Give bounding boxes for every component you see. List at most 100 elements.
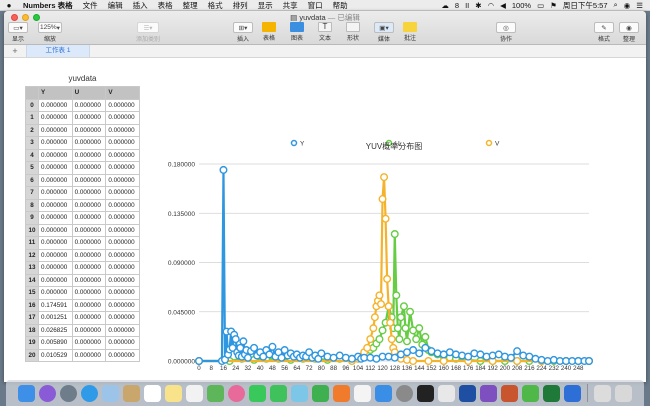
cell-y[interactable]: 0.000000: [38, 211, 73, 225]
cloud-icon[interactable]: ☁: [438, 1, 452, 10]
cell-y[interactable]: 0.026825: [38, 323, 73, 337]
format-control[interactable]: ✎ 格式: [594, 22, 614, 43]
cell-u[interactable]: 0.000000: [71, 348, 107, 362]
pause-indicator[interactable]: II: [462, 1, 472, 10]
notes-icon[interactable]: [165, 384, 182, 402]
cell-v[interactable]: 0.000000: [105, 336, 140, 350]
row-index-cell[interactable]: 16: [25, 298, 39, 312]
launchpad-icon[interactable]: [60, 384, 77, 402]
app-store-icon[interactable]: [375, 384, 392, 402]
cell-v[interactable]: 0.000000: [105, 111, 140, 125]
row-index-cell[interactable]: 13: [25, 261, 39, 275]
comment-icon[interactable]: [403, 22, 417, 32]
menu-file[interactable]: 文件: [78, 0, 103, 11]
preview-icon[interactable]: [438, 384, 455, 402]
cell-u[interactable]: 0.000000: [71, 211, 107, 225]
chart-control[interactable]: 图表: [290, 22, 304, 42]
cell-y[interactable]: 0.174591: [38, 298, 73, 312]
menu-table[interactable]: 表格: [153, 0, 178, 11]
row-index-cell[interactable]: 10: [25, 223, 39, 237]
data-table[interactable]: yuvdata Y U V 0 0.000000 0.000000 0.000000 1…: [25, 72, 140, 362]
cell-v[interactable]: 0.000000: [105, 211, 140, 225]
cell-y[interactable]: 0.000000: [38, 136, 73, 150]
add-sheet-button[interactable]: +: [4, 45, 26, 57]
zoom-control[interactable]: 125% ▾ 缩放: [38, 22, 62, 43]
messages-icon[interactable]: [249, 384, 266, 402]
facetime-icon[interactable]: [270, 384, 287, 402]
column-header-y[interactable]: Y: [38, 86, 73, 100]
vscode-icon[interactable]: [459, 384, 476, 402]
cell-v[interactable]: 0.000000: [105, 123, 140, 137]
cell-y[interactable]: 0.005890: [38, 336, 73, 350]
terminal-icon[interactable]: [417, 384, 434, 402]
cell-v[interactable]: 0.000000: [105, 223, 140, 237]
cell-y[interactable]: 0.010529: [38, 348, 73, 362]
legend-item-v[interactable]: V: [485, 139, 501, 148]
flag-icon[interactable]: ⚑: [547, 1, 560, 10]
sheet-canvas[interactable]: yuvdata Y U V 0 0.000000 0.000000 0.000000 1…: [4, 58, 646, 381]
cell-u[interactable]: 0.000000: [71, 136, 107, 150]
system-preferences-icon[interactable]: [396, 384, 413, 402]
cell-v[interactable]: 0.000000: [105, 298, 140, 312]
row-index-cell[interactable]: 0: [25, 98, 39, 112]
cell-u[interactable]: 0.000000: [71, 311, 107, 325]
clock[interactable]: 周日下午5:57: [560, 0, 611, 11]
row-index-cell[interactable]: 20: [25, 348, 39, 362]
menu-window[interactable]: 窗口: [303, 0, 328, 11]
pages-icon[interactable]: [333, 384, 350, 402]
bluetooth-icon[interactable]: ✱: [472, 1, 484, 10]
zoom-select[interactable]: 125% ▾: [38, 22, 62, 33]
table-corner-cell[interactable]: [25, 86, 39, 100]
cell-y[interactable]: 0.000000: [38, 286, 73, 300]
cell-u[interactable]: 0.000000: [71, 198, 107, 212]
cell-u[interactable]: 0.000000: [71, 111, 107, 125]
wifi-icon[interactable]: ◠: [485, 1, 498, 10]
shape-icon[interactable]: [346, 22, 360, 32]
cell-y[interactable]: 0.000000: [38, 186, 73, 200]
row-index-cell[interactable]: 11: [25, 236, 39, 250]
row-index-cell[interactable]: 2: [25, 123, 39, 137]
music-icon[interactable]: [354, 384, 371, 402]
cell-u[interactable]: 0.000000: [71, 148, 107, 162]
cell-v[interactable]: 0.000000: [105, 198, 140, 212]
text-icon[interactable]: T: [318, 22, 332, 32]
cell-u[interactable]: 0.000000: [71, 236, 107, 250]
numbers-icon[interactable]: [312, 384, 329, 402]
tab-sheet-1[interactable]: 工作表 1: [26, 45, 90, 57]
cell-y[interactable]: 0.000000: [38, 223, 73, 237]
table-title[interactable]: yuvdata: [25, 72, 140, 86]
row-index-cell[interactable]: 3: [25, 136, 39, 150]
menu-arrange[interactable]: 排列: [228, 0, 253, 11]
app-icon[interactable]: [501, 384, 518, 402]
add-category-icon[interactable]: ☰▾: [137, 22, 159, 33]
menu-organize[interactable]: 整理: [178, 0, 203, 11]
safari-icon[interactable]: [81, 384, 98, 402]
organize-control[interactable]: ◉ 整理: [619, 22, 639, 43]
cell-y[interactable]: 0.000000: [38, 161, 73, 175]
maps-icon[interactable]: [207, 384, 224, 402]
cell-v[interactable]: 0.000000: [105, 311, 140, 325]
finder-icon[interactable]: [18, 384, 35, 402]
apple-icon[interactable]: ●: [0, 1, 18, 10]
list-icon[interactable]: ☰: [633, 1, 646, 10]
cell-y[interactable]: 0.000000: [38, 111, 73, 125]
chart-title[interactable]: YUV概率分布图: [366, 141, 422, 151]
cell-v[interactable]: 0.000000: [105, 286, 140, 300]
battery-icon[interactable]: ▭: [534, 1, 547, 10]
row-index-cell[interactable]: 5: [25, 161, 39, 175]
row-index-cell[interactable]: 17: [25, 311, 39, 325]
menu-view[interactable]: 显示: [253, 0, 278, 11]
table-icon[interactable]: [262, 22, 276, 32]
insert-icon[interactable]: ⊞▾: [233, 22, 253, 33]
reminders-icon[interactable]: [186, 384, 203, 402]
cell-u[interactable]: 0.000000: [71, 223, 107, 237]
cell-y[interactable]: 0.000000: [38, 261, 73, 275]
siri-icon[interactable]: ◉: [621, 1, 634, 10]
menu-format[interactable]: 格式: [203, 0, 228, 11]
cell-u[interactable]: 0.000000: [71, 123, 107, 137]
cell-u[interactable]: 0.000000: [71, 186, 107, 200]
row-index-cell[interactable]: 19: [25, 336, 39, 350]
comment-control[interactable]: 批注: [403, 22, 417, 42]
cell-u[interactable]: 0.000000: [71, 248, 107, 262]
cell-v[interactable]: 0.000000: [105, 273, 140, 287]
